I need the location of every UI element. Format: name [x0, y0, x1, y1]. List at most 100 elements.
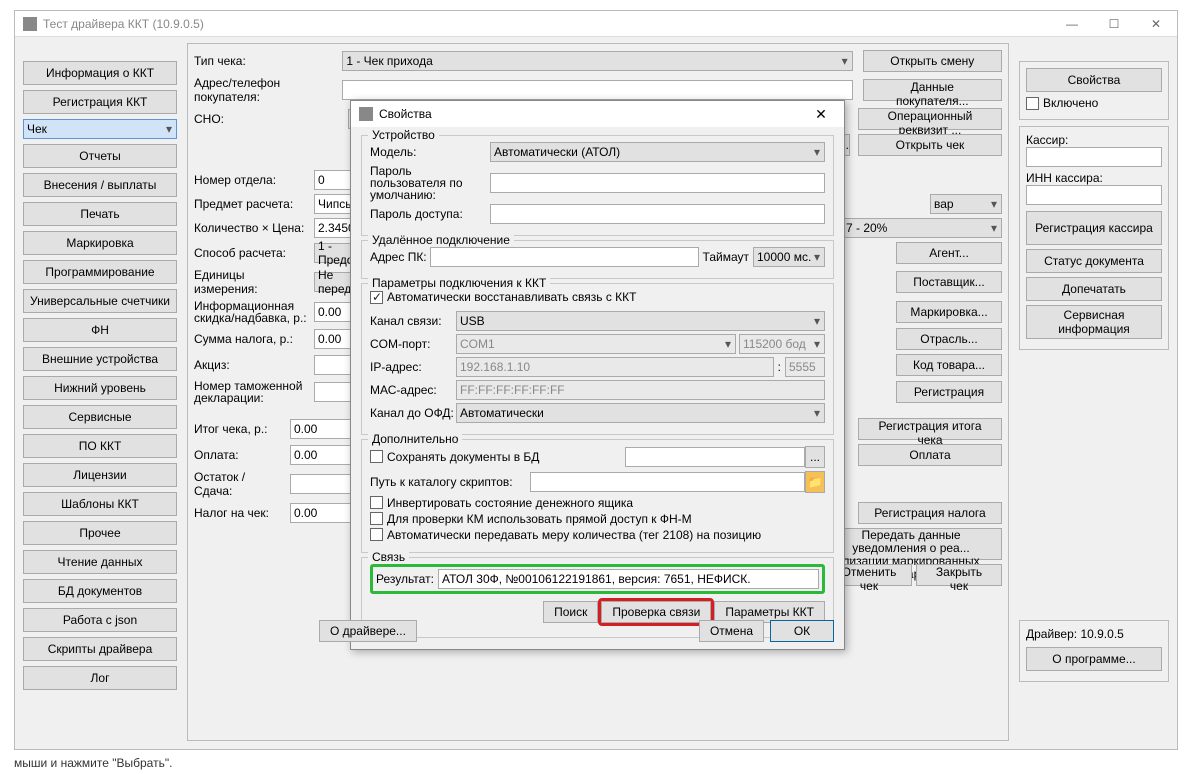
reprint-button[interactable]: Допечатать: [1026, 277, 1162, 301]
industry-button[interactable]: Отрасль...: [896, 328, 1002, 350]
device-group: Устройство Модель:Автоматически (АТОЛ) П…: [361, 135, 834, 236]
sno-label: СНО:: [194, 112, 344, 126]
tip-cheka-label: Тип чека:: [194, 54, 338, 68]
nalog-label: Налог на чек:: [194, 506, 286, 520]
nav-item-13[interactable]: ПО ККТ: [23, 434, 177, 458]
ofd-select[interactable]: Автоматически: [456, 403, 825, 423]
nav-item-18[interactable]: БД документов: [23, 579, 177, 603]
check-km-checkbox[interactable]: Для проверки КМ использовать прямой дост…: [370, 512, 825, 526]
check-connection-button[interactable]: Проверка связи: [601, 601, 711, 623]
nav-item-14[interactable]: Лицензии: [23, 463, 177, 487]
nav-item-11[interactable]: Нижний уровень: [23, 376, 177, 400]
nav-item-7[interactable]: Программирование: [23, 260, 177, 284]
tip-cheka-select[interactable]: 1 - Чек прихода: [342, 51, 852, 71]
nav-item-5[interactable]: Печать: [23, 202, 177, 226]
dialog-cancel-button[interactable]: Отмена: [699, 620, 764, 642]
doc-status-button[interactable]: Статус документа: [1026, 249, 1162, 273]
addr-pk-input[interactable]: [430, 247, 699, 267]
titlebar: Тест драйвера ККТ (10.9.0.5) — ☐ ✕: [15, 11, 1177, 37]
dialog-close-button[interactable]: ✕: [806, 106, 836, 123]
dialog-icon: [359, 107, 373, 121]
about-button[interactable]: О программе...: [1026, 647, 1162, 671]
send-marked-data-button[interactable]: Передать данные уведомления о реа... лиз…: [820, 528, 1002, 560]
close-check-button[interactable]: Закрыть чек: [916, 564, 1002, 586]
model-select[interactable]: Автоматически (АТОЛ): [490, 142, 825, 162]
cashier-input[interactable]: [1026, 147, 1162, 167]
model-label: Модель:: [370, 145, 490, 159]
pwd-user-input[interactable]: [490, 173, 825, 193]
sposob-label: Способ расчета:: [194, 246, 310, 260]
nav-item-20[interactable]: Скрипты драйвера: [23, 637, 177, 661]
nav-item-1[interactable]: Регистрация ККТ: [23, 90, 177, 114]
address-input[interactable]: [342, 80, 852, 100]
properties-button[interactable]: Свойства: [1026, 68, 1162, 92]
connection-legend: Связь: [368, 550, 409, 564]
nav-item-16[interactable]: Прочее: [23, 521, 177, 545]
mac-input: FF:FF:FF:FF:FF:FF: [456, 380, 825, 400]
nav-item-10[interactable]: Внешние устройства: [23, 347, 177, 371]
db-browse-button[interactable]: ...: [805, 446, 825, 468]
nav-item-15[interactable]: Шаблоны ККТ: [23, 492, 177, 516]
save-db-checkbox[interactable]: Сохранять документы в БД: [370, 450, 539, 464]
mac-label: МАС-адрес:: [370, 383, 456, 397]
buyer-data-button[interactable]: Данные покупателя...: [863, 79, 1002, 101]
nav-item-2[interactable]: Чек: [23, 119, 177, 139]
nav-item-0[interactable]: Информация о ККТ: [23, 61, 177, 85]
supplier-button[interactable]: Поставщик...: [896, 271, 1002, 293]
predmet-label: Предмет расчета:: [194, 197, 310, 211]
minimize-button[interactable]: —: [1051, 11, 1093, 37]
timeout-select[interactable]: 10000 мс.: [753, 247, 825, 267]
var-select[interactable]: вар: [930, 194, 1002, 214]
maximize-button[interactable]: ☐: [1093, 11, 1135, 37]
enabled-checkbox[interactable]: Включено: [1026, 96, 1098, 110]
about-driver-button[interactable]: О драйвере...: [319, 620, 417, 642]
pwd-access-label: Пароль доступа:: [370, 207, 490, 221]
nav-item-9[interactable]: ФН: [23, 318, 177, 342]
close-button[interactable]: ✕: [1135, 11, 1177, 37]
nav-item-19[interactable]: Работа с json: [23, 608, 177, 632]
auto-qty-checkbox[interactable]: Автоматически передавать меру количества…: [370, 528, 825, 542]
agent-button[interactable]: Агент...: [896, 242, 1002, 264]
open-check-button[interactable]: Открыть чек: [858, 134, 1002, 156]
remote-group: Удалённое подключение Адрес ПК: Таймаут …: [361, 240, 834, 279]
nav-item-8[interactable]: Универсальные счетчики: [23, 289, 177, 313]
registration-button[interactable]: Регистрация: [896, 381, 1002, 403]
nav-item-12[interactable]: Сервисные: [23, 405, 177, 429]
marking-button[interactable]: Маркировка...: [896, 301, 1002, 323]
nav-item-4[interactable]: Внесения / выплаты: [23, 173, 177, 197]
open-smena-button[interactable]: Открыть смену: [863, 50, 1002, 72]
op-req-button[interactable]: Операционный реквизит ...: [858, 108, 1002, 130]
ip-input: 192.168.1.10: [456, 357, 774, 377]
script-path-input[interactable]: [530, 472, 805, 492]
nav-item-17[interactable]: Чтение данных: [23, 550, 177, 574]
reg-cashier-button[interactable]: Регистрация кассира: [1026, 211, 1162, 245]
app-icon: [23, 17, 37, 31]
kanal-select[interactable]: USB: [456, 311, 825, 331]
ofd-label: Канал до ОФД:: [370, 406, 456, 420]
right-panel: Свойства Включено Кассир: ИНН кассира: Р…: [1019, 61, 1169, 682]
goods-code-button[interactable]: Код товара...: [896, 354, 1002, 376]
inn-input[interactable]: [1026, 185, 1162, 205]
reg-nalog-button[interactable]: Регистрация налога: [858, 502, 1002, 524]
ostatok-label: Остаток / Сдача:: [194, 470, 286, 498]
invert-checkbox[interactable]: Инвертировать состояние денежного ящика: [370, 496, 825, 510]
pct-select[interactable]: 7 - 20%: [842, 218, 1002, 238]
nav-item-21[interactable]: Лог: [23, 666, 177, 690]
additional-legend: Дополнительно: [368, 432, 462, 446]
kolvo-label: Количество × Цена:: [194, 221, 310, 235]
search-button[interactable]: Поиск: [543, 601, 598, 623]
auto-restore-checkbox[interactable]: ✓Автоматически восстанавливать связь с К…: [370, 290, 636, 304]
addr-pk-label: Адрес ПК:: [370, 250, 430, 264]
db-path-input[interactable]: [625, 447, 805, 467]
service-info-button[interactable]: Сервисная информация: [1026, 305, 1162, 339]
properties-dialog: Свойства ✕ Устройство Модель:Автоматичес…: [350, 100, 845, 650]
oplata-button[interactable]: Оплата: [858, 444, 1002, 466]
driver-version: 10.9.0.5: [1080, 627, 1123, 641]
reg-itog-button[interactable]: Регистрация итога чека: [858, 418, 1002, 440]
nav-item-6[interactable]: Маркировка: [23, 231, 177, 255]
dialog-ok-button[interactable]: ОК: [770, 620, 834, 642]
nav-item-3[interactable]: Отчеты: [23, 144, 177, 168]
folder-icon[interactable]: 📁: [805, 471, 825, 493]
pwd-access-input[interactable]: [490, 204, 825, 224]
ed-izm-label: Единицы измерения:: [194, 268, 310, 296]
